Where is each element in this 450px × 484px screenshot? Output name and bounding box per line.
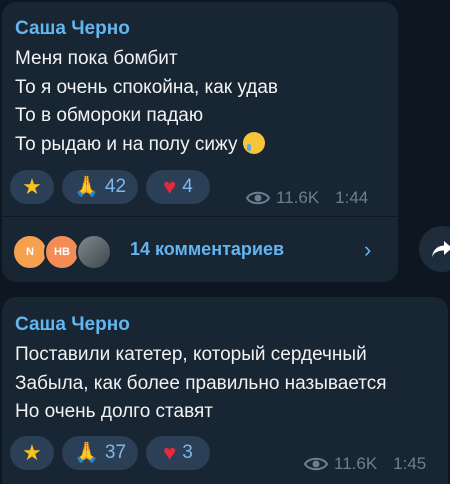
reaction-heart[interactable]: ♥ 3 bbox=[146, 436, 210, 470]
message-meta: 11.6K 1:45 bbox=[304, 454, 426, 474]
avatar-photo bbox=[76, 234, 112, 270]
message-text: Меня пока бомбит То я очень спокойна, ка… bbox=[15, 45, 278, 159]
praying-hands-icon: 🙏 bbox=[73, 442, 99, 464]
heart-icon: ♥ bbox=[163, 174, 177, 199]
eye-icon bbox=[246, 191, 270, 205]
reaction-star[interactable]: ★ bbox=[10, 436, 54, 470]
eye-icon bbox=[304, 457, 328, 471]
message-line: То я очень спокойна, как удав bbox=[15, 76, 279, 98]
crying-face-emoji bbox=[242, 131, 265, 154]
message-author[interactable]: Саша Черно bbox=[15, 18, 130, 40]
reactions-bar: ★ 🙏 37 ♥ 3 bbox=[10, 436, 210, 470]
reactions-bar: ★ 🙏 42 ♥ 4 bbox=[10, 170, 210, 204]
avatar: N bbox=[12, 234, 48, 270]
view-count: 11.6K bbox=[276, 188, 320, 207]
reaction-pray[interactable]: 🙏 37 bbox=[62, 436, 138, 470]
praying-hands-icon: 🙏 bbox=[73, 176, 99, 198]
message-line: Поставили катетер, который сердечный bbox=[15, 344, 367, 365]
message-text: Поставили катетер, который сердечный Заб… bbox=[15, 341, 387, 427]
reaction-pray[interactable]: 🙏 42 bbox=[62, 170, 138, 204]
message-time: 1:44 bbox=[335, 188, 369, 207]
comments-label: 14 комментариев bbox=[130, 239, 285, 259]
star-icon: ★ bbox=[22, 440, 42, 465]
message-time: 1:45 bbox=[393, 454, 427, 473]
message-meta: 11.6K 1:44 bbox=[246, 188, 368, 208]
share-arrow-icon bbox=[432, 241, 450, 257]
message-line: То рыдаю и на полу сижу bbox=[15, 131, 278, 160]
comments-button[interactable]: N НВ 14 комментариев › bbox=[2, 217, 398, 282]
message-line: Меня пока бомбит bbox=[15, 48, 178, 69]
message-line: Но очень долго ставят bbox=[15, 401, 213, 422]
message-line: То в обмороки падаю bbox=[15, 105, 204, 126]
heart-icon: ♥ bbox=[163, 440, 177, 465]
share-button[interactable] bbox=[419, 226, 450, 272]
avatar: НВ bbox=[44, 234, 80, 270]
chevron-right-icon: › bbox=[364, 237, 372, 262]
star-icon: ★ bbox=[22, 174, 42, 199]
message-author[interactable]: Саша Черно bbox=[15, 314, 130, 336]
reaction-count: 37 bbox=[104, 442, 127, 463]
reaction-count: 3 bbox=[182, 442, 193, 463]
reaction-count: 42 bbox=[104, 176, 127, 197]
view-count: 11.6K bbox=[334, 454, 378, 473]
message-line: Забыла, как более правильно называется bbox=[15, 372, 387, 394]
reaction-heart[interactable]: ♥ 4 bbox=[146, 170, 210, 204]
reaction-count: 4 bbox=[182, 176, 193, 197]
reaction-star[interactable]: ★ bbox=[10, 170, 54, 204]
